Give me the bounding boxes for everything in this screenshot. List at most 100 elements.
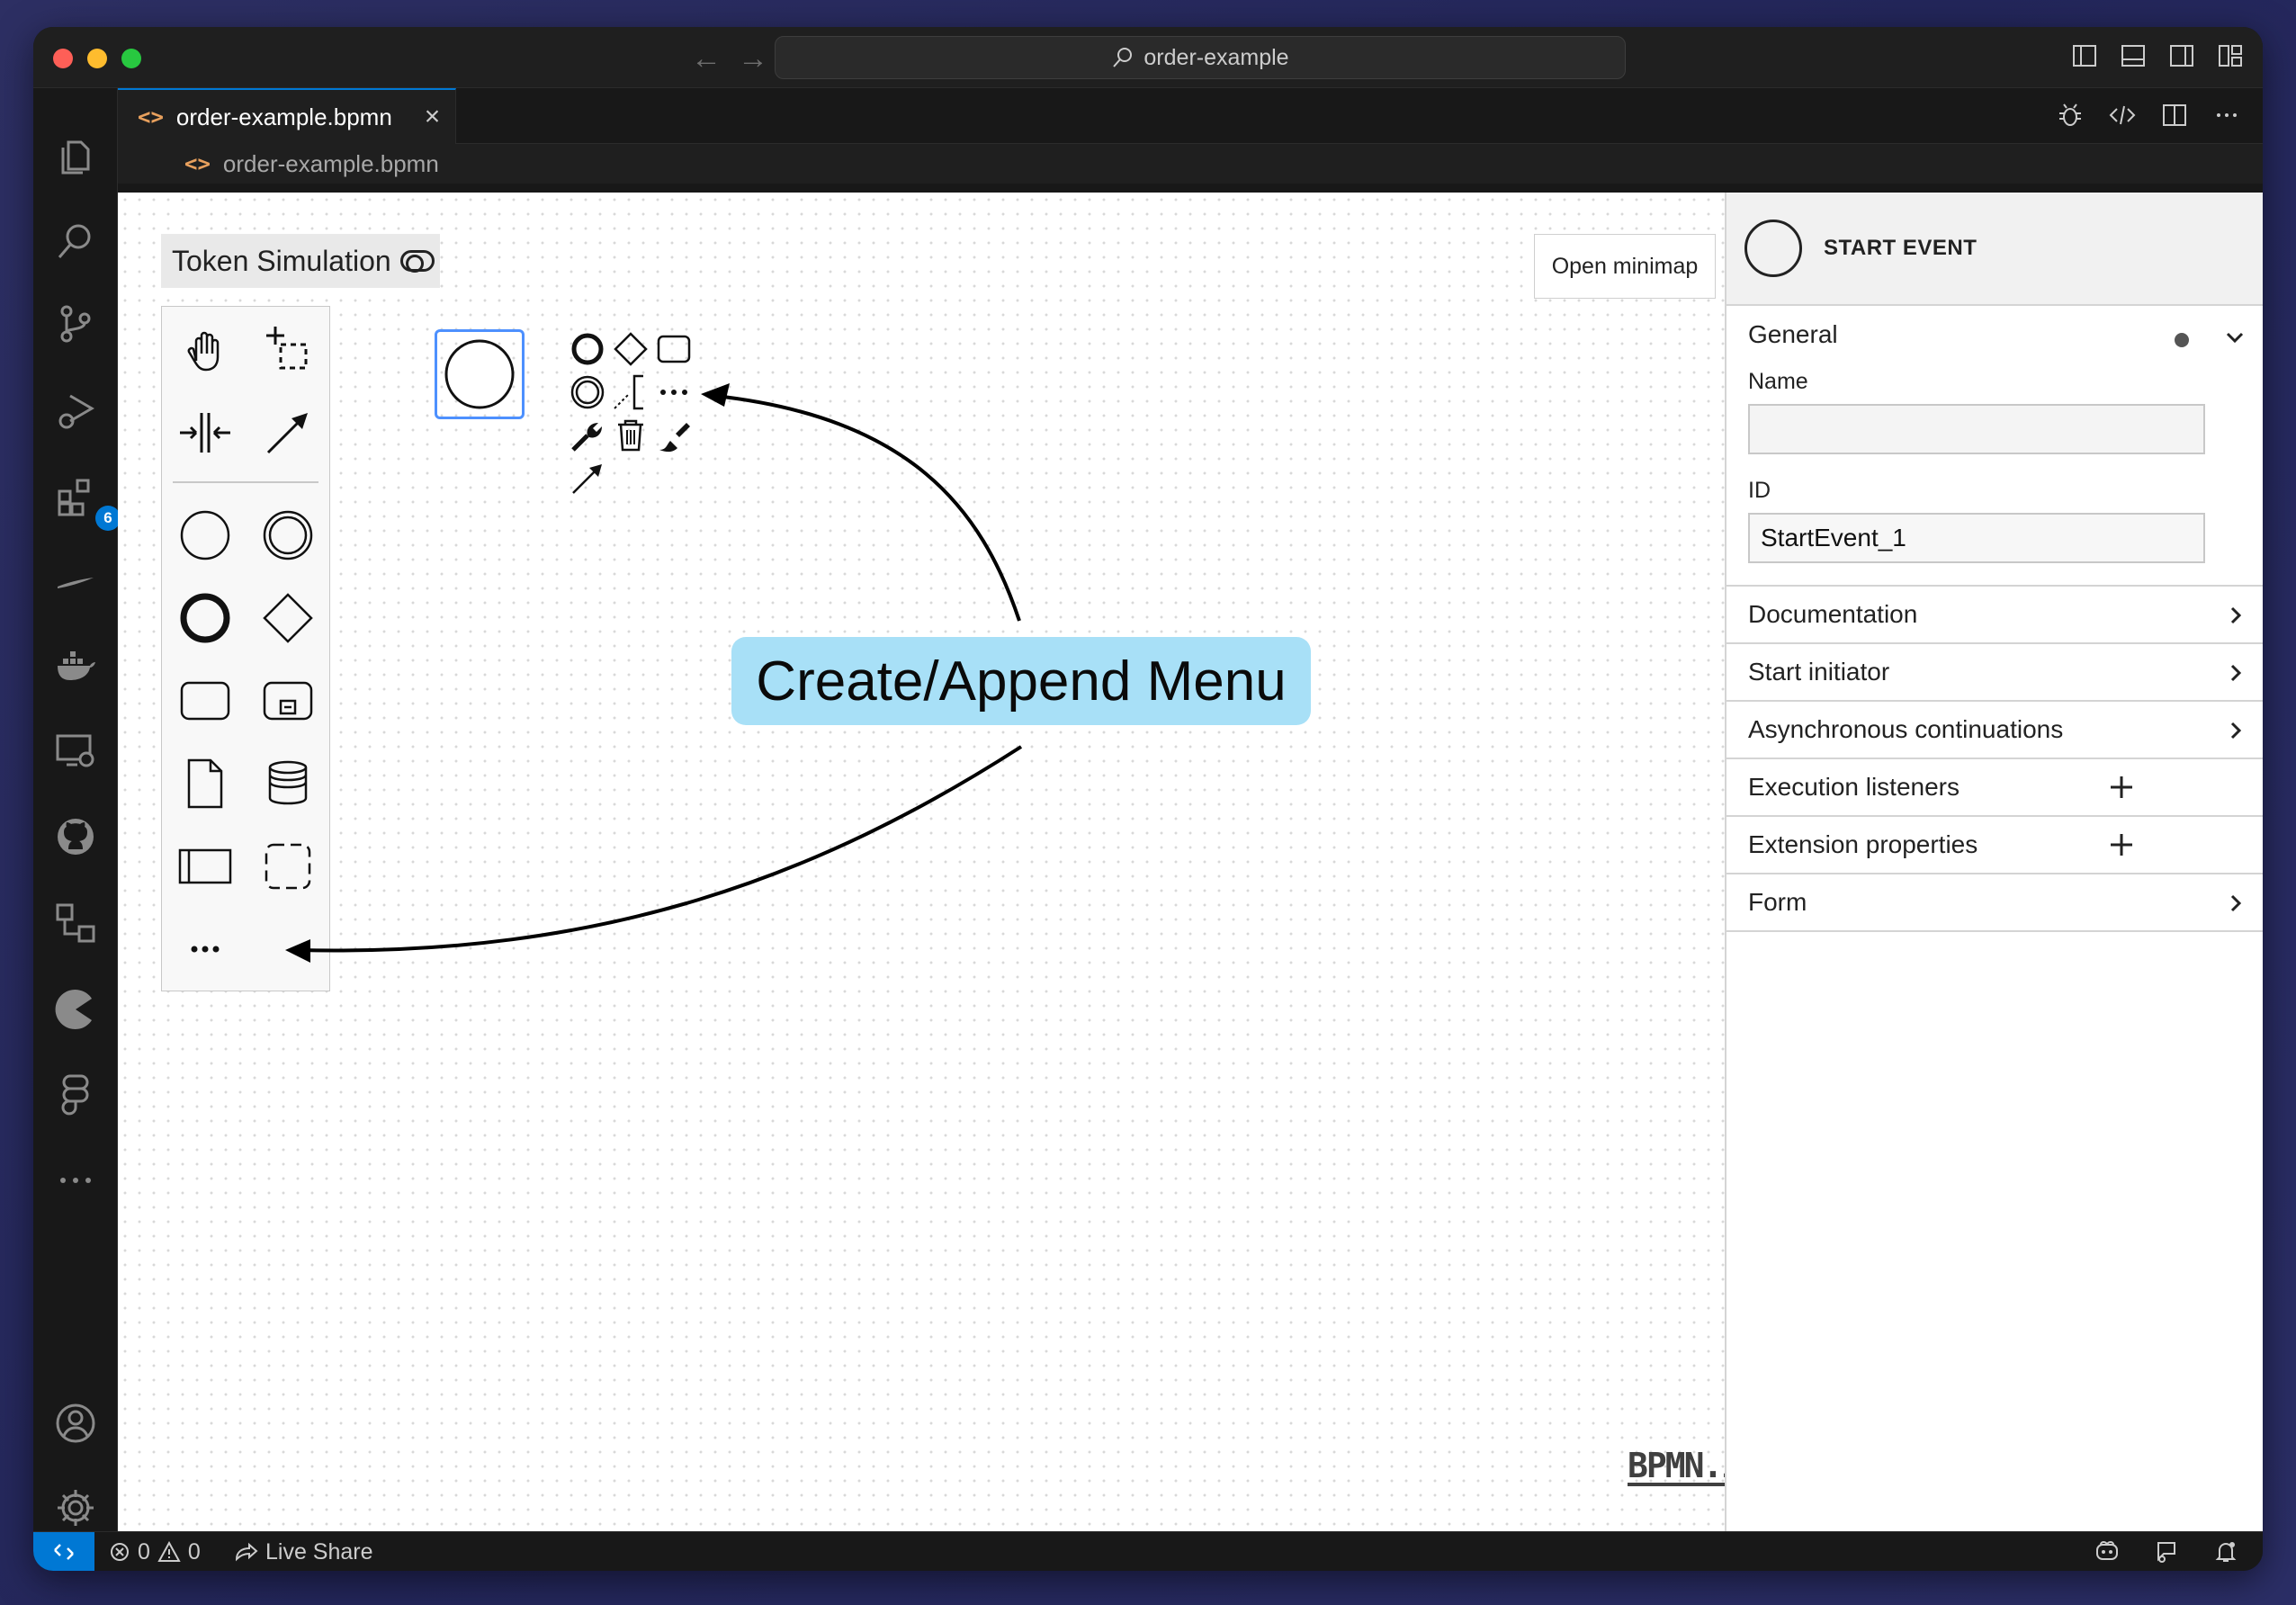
execution-listeners-label: Execution listeners — [1748, 773, 1960, 801]
extension-properties-group[interactable]: Extension properties — [1726, 817, 2263, 874]
fork-icon — [58, 578, 94, 588]
chevron-right-icon — [2230, 894, 2242, 912]
chevron-right-icon — [2230, 722, 2242, 740]
id-input[interactable]: StartEvent_1 — [1748, 513, 2205, 563]
run-debug-icon — [58, 394, 94, 429]
minimize-window-button[interactable] — [87, 49, 107, 68]
start-initiator-group[interactable]: Start initiator — [1726, 644, 2263, 702]
toggle-secondary-sidebar-icon[interactable] — [2167, 41, 2196, 70]
title-bar: ← → order-example — [33, 27, 2263, 88]
properties-panel: START EVENT General Name ID StartEvent_1… — [1725, 193, 2263, 1531]
github-icon — [58, 819, 94, 855]
docker-button[interactable] — [54, 644, 97, 687]
extension-properties-label: Extension properties — [1748, 830, 1978, 858]
warning-icon — [157, 1541, 181, 1562]
notifications-icon[interactable] — [2212, 1538, 2239, 1565]
toggle-primary-sidebar-icon[interactable] — [2070, 41, 2099, 70]
remote-icon — [54, 1544, 74, 1560]
feedback-icon[interactable] — [2153, 1538, 2180, 1565]
toggle-panel-icon[interactable] — [2119, 41, 2148, 70]
documentation-group[interactable]: Documentation — [1726, 587, 2263, 644]
run-debug-button[interactable] — [54, 389, 97, 432]
async-continuations-label: Asynchronous continuations — [1748, 715, 2064, 743]
async-continuations-group[interactable]: Asynchronous continuations — [1726, 702, 2263, 759]
more-views-button[interactable] — [54, 1159, 97, 1202]
live-share-label: Live Share — [265, 1538, 373, 1565]
account-icon — [56, 1403, 95, 1443]
live-share-button[interactable]: Live Share — [233, 1532, 373, 1571]
fork-button[interactable] — [54, 560, 97, 603]
id-label: ID — [1748, 478, 1771, 503]
xml-file-icon: <> — [184, 151, 211, 176]
form-label: Form — [1748, 888, 1807, 916]
tab-order-example[interactable]: <> order-example.bpmn × — [118, 88, 456, 144]
close-tab-icon[interactable]: × — [425, 102, 441, 132]
copilot-icon[interactable] — [2094, 1538, 2121, 1565]
back-button[interactable]: ← — [688, 41, 724, 76]
figma-icon — [61, 1074, 89, 1116]
problems-button[interactable]: 0 0 — [109, 1532, 201, 1571]
create-append-menu-annotation: Create/Append Menu — [731, 637, 1311, 725]
extensions-button[interactable]: 6 — [54, 475, 121, 531]
extensions-icon — [58, 479, 90, 516]
more-actions-icon[interactable] — [2212, 101, 2241, 130]
chevron-down-icon[interactable] — [2221, 324, 2248, 351]
more-icon — [60, 1178, 91, 1183]
pacman-button[interactable] — [54, 988, 97, 1031]
chevron-right-icon — [2230, 664, 2242, 682]
properties-header: START EVENT — [1726, 193, 2263, 306]
command-center-search[interactable]: order-example — [775, 36, 1626, 79]
source-control-icon — [60, 305, 91, 343]
tab-label: order-example.bpmn — [175, 103, 392, 130]
name-textarea[interactable] — [1748, 404, 2205, 454]
gear-icon — [58, 1490, 94, 1526]
editor-tab-bar: <> order-example.bpmn × — [118, 88, 2263, 144]
search-icon — [58, 224, 91, 258]
execution-listeners-group[interactable]: Execution listeners — [1726, 759, 2263, 817]
element-type-title: START EVENT — [1824, 236, 1978, 260]
github-button[interactable] — [54, 815, 97, 858]
warning-count: 0 — [187, 1538, 201, 1565]
xml-file-icon: <> — [138, 104, 164, 130]
name-label: Name — [1748, 369, 1808, 394]
pacman-icon — [55, 990, 92, 1029]
error-icon — [111, 1543, 129, 1561]
remote-indicator-button[interactable] — [33, 1532, 94, 1571]
error-count: 0 — [138, 1538, 150, 1565]
status-bar: 0 0 Live Share — [33, 1531, 2263, 1571]
flow-button[interactable] — [54, 901, 97, 945]
command-center-text: order-example — [1144, 44, 1289, 70]
general-group: General Name ID StartEvent_1 — [1726, 306, 2263, 587]
chevron-right-icon — [2230, 606, 2242, 624]
data-marker-dot — [2175, 333, 2189, 347]
forward-button[interactable]: → — [735, 41, 771, 76]
bpmn-canvas[interactable]: Token Simulation Open minimap Create/App… — [118, 193, 1761, 1531]
docker-icon — [58, 651, 95, 680]
plus-icon[interactable] — [2108, 831, 2135, 858]
general-group-header[interactable]: General — [1748, 320, 2241, 349]
vscode-window: ← → order-example 6 <> order-example.bpm… — [33, 27, 2263, 1571]
close-window-button[interactable] — [53, 49, 73, 68]
explorer-button[interactable] — [54, 135, 97, 178]
figma-button[interactable] — [54, 1072, 97, 1116]
debug-icon[interactable] — [2056, 101, 2085, 130]
activity-bar: 6 — [33, 88, 121, 1531]
start-initiator-label: Start initiator — [1748, 658, 1890, 686]
accounts-button[interactable] — [54, 1402, 97, 1445]
manage-button[interactable] — [54, 1486, 97, 1529]
customize-layout-icon[interactable] — [2216, 41, 2245, 70]
search-button[interactable] — [54, 220, 97, 263]
extensions-badge: 6 — [95, 506, 121, 531]
plus-icon[interactable] — [2108, 774, 2135, 801]
source-control-button[interactable] — [54, 302, 97, 345]
files-icon — [61, 140, 90, 175]
remote-explorer-button[interactable] — [54, 729, 97, 772]
split-editor-icon[interactable] — [2160, 101, 2189, 130]
code-view-icon[interactable] — [2108, 101, 2137, 130]
maximize-window-button[interactable] — [121, 49, 141, 68]
annotation-arrows — [285, 383, 1023, 963]
form-group[interactable]: Form — [1726, 874, 2263, 932]
start-event-icon — [1744, 220, 1802, 277]
remote-explorer-icon — [56, 734, 94, 767]
breadcrumb-file[interactable]: order-example.bpmn — [223, 150, 439, 178]
